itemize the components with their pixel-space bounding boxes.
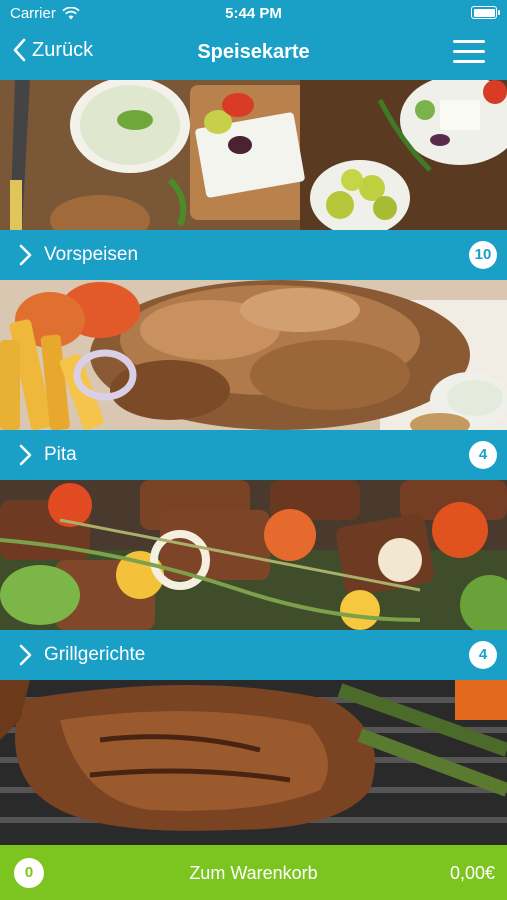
- cart-total: 0,00€: [449, 863, 495, 883]
- cart-quantity-badge: 0: [14, 858, 44, 888]
- category-vorspeisen: Vorspeisen 10: [0, 80, 507, 280]
- hamburger-menu-icon[interactable]: [453, 40, 485, 64]
- chevron-right-icon: [19, 644, 32, 666]
- cart-label: Zum Warenkorb: [189, 863, 318, 883]
- category-count-badge: 4: [469, 641, 497, 669]
- category-photo-steak[interactable]: [0, 680, 507, 845]
- navigation-header: Carrier 5:44 PM Zurück Speisekarte: [0, 0, 507, 80]
- chevron-left-icon: [13, 38, 26, 62]
- category-grillgerichte: Grillgerichte 4: [0, 480, 507, 680]
- category-bar-grillgerichte[interactable]: Grillgerichte 4: [0, 630, 507, 680]
- category-pita: Pita 4: [0, 280, 507, 480]
- cart-button[interactable]: 0 Zum Warenkorb 0,00€: [0, 845, 507, 900]
- back-button-label: Zurück: [32, 38, 94, 61]
- category-photo-mezze[interactable]: [0, 80, 507, 230]
- category-label: Grillgerichte: [44, 644, 146, 665]
- category-steak-partial: [0, 680, 507, 845]
- status-bar: Carrier 5:44 PM: [0, 0, 507, 28]
- status-time: 5:44 PM: [225, 5, 282, 22]
- chevron-right-icon: [19, 244, 32, 266]
- category-photo-gyros[interactable]: [0, 280, 507, 430]
- category-bar-pita[interactable]: Pita 4: [0, 430, 507, 480]
- category-label: Vorspeisen: [44, 244, 139, 265]
- chevron-right-icon: [19, 444, 32, 466]
- category-photo-skewers[interactable]: [0, 480, 507, 630]
- category-count-badge: 4: [469, 441, 497, 469]
- category-label: Pita: [44, 444, 77, 465]
- back-button[interactable]: Zurück: [12, 38, 93, 62]
- category-count-badge: 10: [469, 241, 497, 269]
- battery-icon: [471, 6, 500, 19]
- category-bar-vorspeisen[interactable]: Vorspeisen 10: [0, 230, 507, 280]
